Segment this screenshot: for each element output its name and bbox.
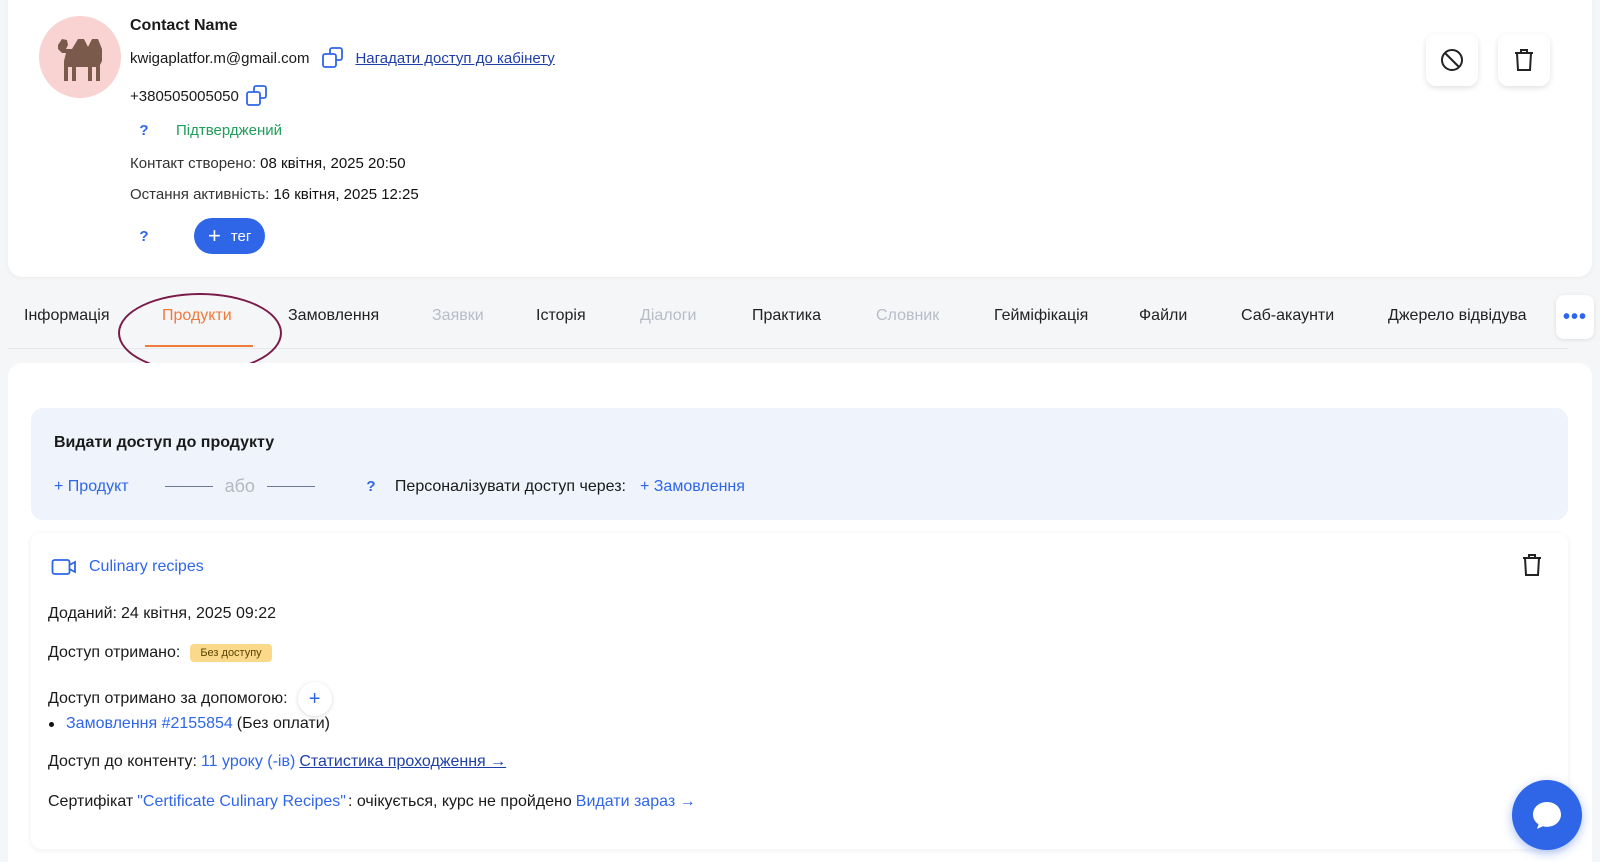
product-name-link[interactable]: Culinary recipes (89, 558, 204, 576)
tags-help-icon[interactable]: ? (134, 228, 154, 245)
or-divider-left (164, 486, 213, 487)
plus-icon: + (208, 223, 221, 248)
product-card: Culinary recipes Доданий: 24 квітня, 202… (31, 533, 1568, 849)
activity-row: Остання активність: 16 квітня, 2025 12:2… (130, 186, 419, 203)
activity-value: 16 квітня, 2025 12:25 (273, 186, 419, 203)
access-via-label: Доступ отримано за допомогою: (48, 690, 288, 707)
lessons-link[interactable]: 11 уроку (-ів) (201, 753, 295, 771)
tab-dialogs[interactable]: Діалоги (640, 307, 696, 325)
tab-files[interactable]: Файли (1139, 307, 1187, 325)
certificate-row: Сертифікат "Certificate Culinary Recipes… (48, 793, 698, 811)
tab-dictionary[interactable]: Словник (876, 307, 939, 325)
personalize-help-icon[interactable]: ? (361, 478, 381, 495)
added-label: Доданий: (48, 605, 117, 622)
product-header: Culinary recipes (51, 557, 204, 577)
added-value: 24 квітня, 2025 09:22 (120, 605, 277, 622)
add-access-source-button[interactable]: + (297, 682, 332, 716)
chat-icon (1533, 802, 1561, 829)
personalize-label: Персоналізувати доступ через: (394, 477, 626, 495)
email-row: kwigaplatfor.m@gmail.com Нагадати доступ… (130, 46, 555, 70)
more-tabs-button[interactable]: ••• (1556, 295, 1594, 339)
phone-row: +380505005050 (130, 84, 269, 108)
tab-gamification[interactable]: Гейміфікація (994, 307, 1088, 325)
tab-sub-accounts[interactable]: Саб-акаунти (1241, 307, 1334, 325)
delete-product-button[interactable] (1521, 553, 1543, 582)
add-order-link[interactable]: + Замовлення (640, 478, 745, 496)
trash-icon (1515, 49, 1533, 71)
tab-visit-source[interactable]: Джерело відвідува (1388, 307, 1527, 325)
delete-contact-button[interactable] (1498, 34, 1550, 86)
add-tag-button[interactable]: + тег (194, 218, 266, 254)
access-label: Доступ отримано: (48, 644, 181, 661)
contact-card: Contact Name kwigaplatfor.m@gmail.com На… (8, 0, 1592, 277)
tab-orders[interactable]: Замовлення (288, 307, 379, 325)
tab-history[interactable]: Історія (536, 307, 586, 325)
status-help-icon[interactable]: ? (134, 122, 154, 139)
certificate-status: : очікується, курс не пройдено (347, 793, 572, 810)
order-note: (Без оплати) (236, 715, 330, 732)
issue-certificate-link[interactable]: Видати зараз → (576, 793, 696, 811)
avatar (39, 16, 121, 98)
trash-icon (1523, 554, 1541, 576)
add-tag-label: тег (230, 227, 252, 245)
remind-access-link[interactable]: Нагадати доступ до кабінету (355, 50, 554, 67)
grant-access-row: + Продукт або ? Персоналізувати доступ ч… (54, 476, 745, 497)
chat-widget-button[interactable] (1512, 780, 1582, 850)
grant-access-panel: Видати доступ до продукту + Продукт або … (31, 408, 1568, 520)
added-row: Доданий: 24 квітня, 2025 09:22 (48, 605, 276, 623)
status-row: ? Підтверджений (130, 122, 282, 139)
access-row: Доступ отримано: Без доступу (48, 644, 272, 662)
content-access-label: Доступ до контенту: (48, 753, 197, 770)
tab-practice[interactable]: Практика (752, 307, 821, 325)
content-access-row: Доступ до контенту: 11 уроку (-ів) Стати… (48, 753, 506, 771)
or-text: або (224, 476, 255, 496)
camel-icon (58, 39, 102, 81)
video-icon (51, 559, 76, 575)
highlight-annotation (118, 293, 282, 373)
created-value: 08 квітня, 2025 20:50 (260, 155, 406, 172)
tab-applications[interactable]: Заявки (432, 307, 484, 325)
contact-phone: +380505005050 (130, 87, 239, 105)
activity-label: Остання активність: (130, 186, 270, 203)
tab-information[interactable]: Інформація (24, 307, 110, 325)
status-badge: Підтверджений (176, 122, 283, 139)
progress-stats-link[interactable]: Статистика проходження → (299, 753, 506, 771)
order-list-item: Замовлення #2155854 (Без оплати) (49, 715, 330, 733)
products-panel: Видати доступ до продукту + Продукт або … (8, 363, 1592, 862)
block-icon (1441, 49, 1463, 71)
access-status-badge: Без доступу (190, 644, 272, 662)
created-row: Контакт створено: 08 квітня, 2025 20:50 (130, 155, 406, 172)
copy-phone-icon[interactable] (245, 84, 269, 108)
block-contact-button[interactable] (1426, 34, 1478, 86)
copy-email-icon[interactable] (321, 46, 345, 70)
created-label: Контакт створено: (130, 155, 257, 172)
contact-name: Contact Name (130, 17, 238, 34)
certificate-link[interactable]: "Certificate Culinary Recipes" (137, 793, 346, 811)
contact-email: kwigaplatfor.m@gmail.com (130, 49, 310, 67)
order-link[interactable]: Замовлення #2155854 (66, 715, 233, 733)
access-via-row: Доступ отримано за допомогою: + (48, 682, 332, 716)
add-product-link[interactable]: + Продукт (54, 478, 129, 496)
bullet (49, 721, 54, 727)
tags-row: ? + тег (130, 218, 266, 254)
or-divider-right (266, 486, 315, 487)
grant-access-title: Видати доступ до продукту (54, 434, 275, 451)
certificate-label: Сертифікат (48, 793, 134, 810)
